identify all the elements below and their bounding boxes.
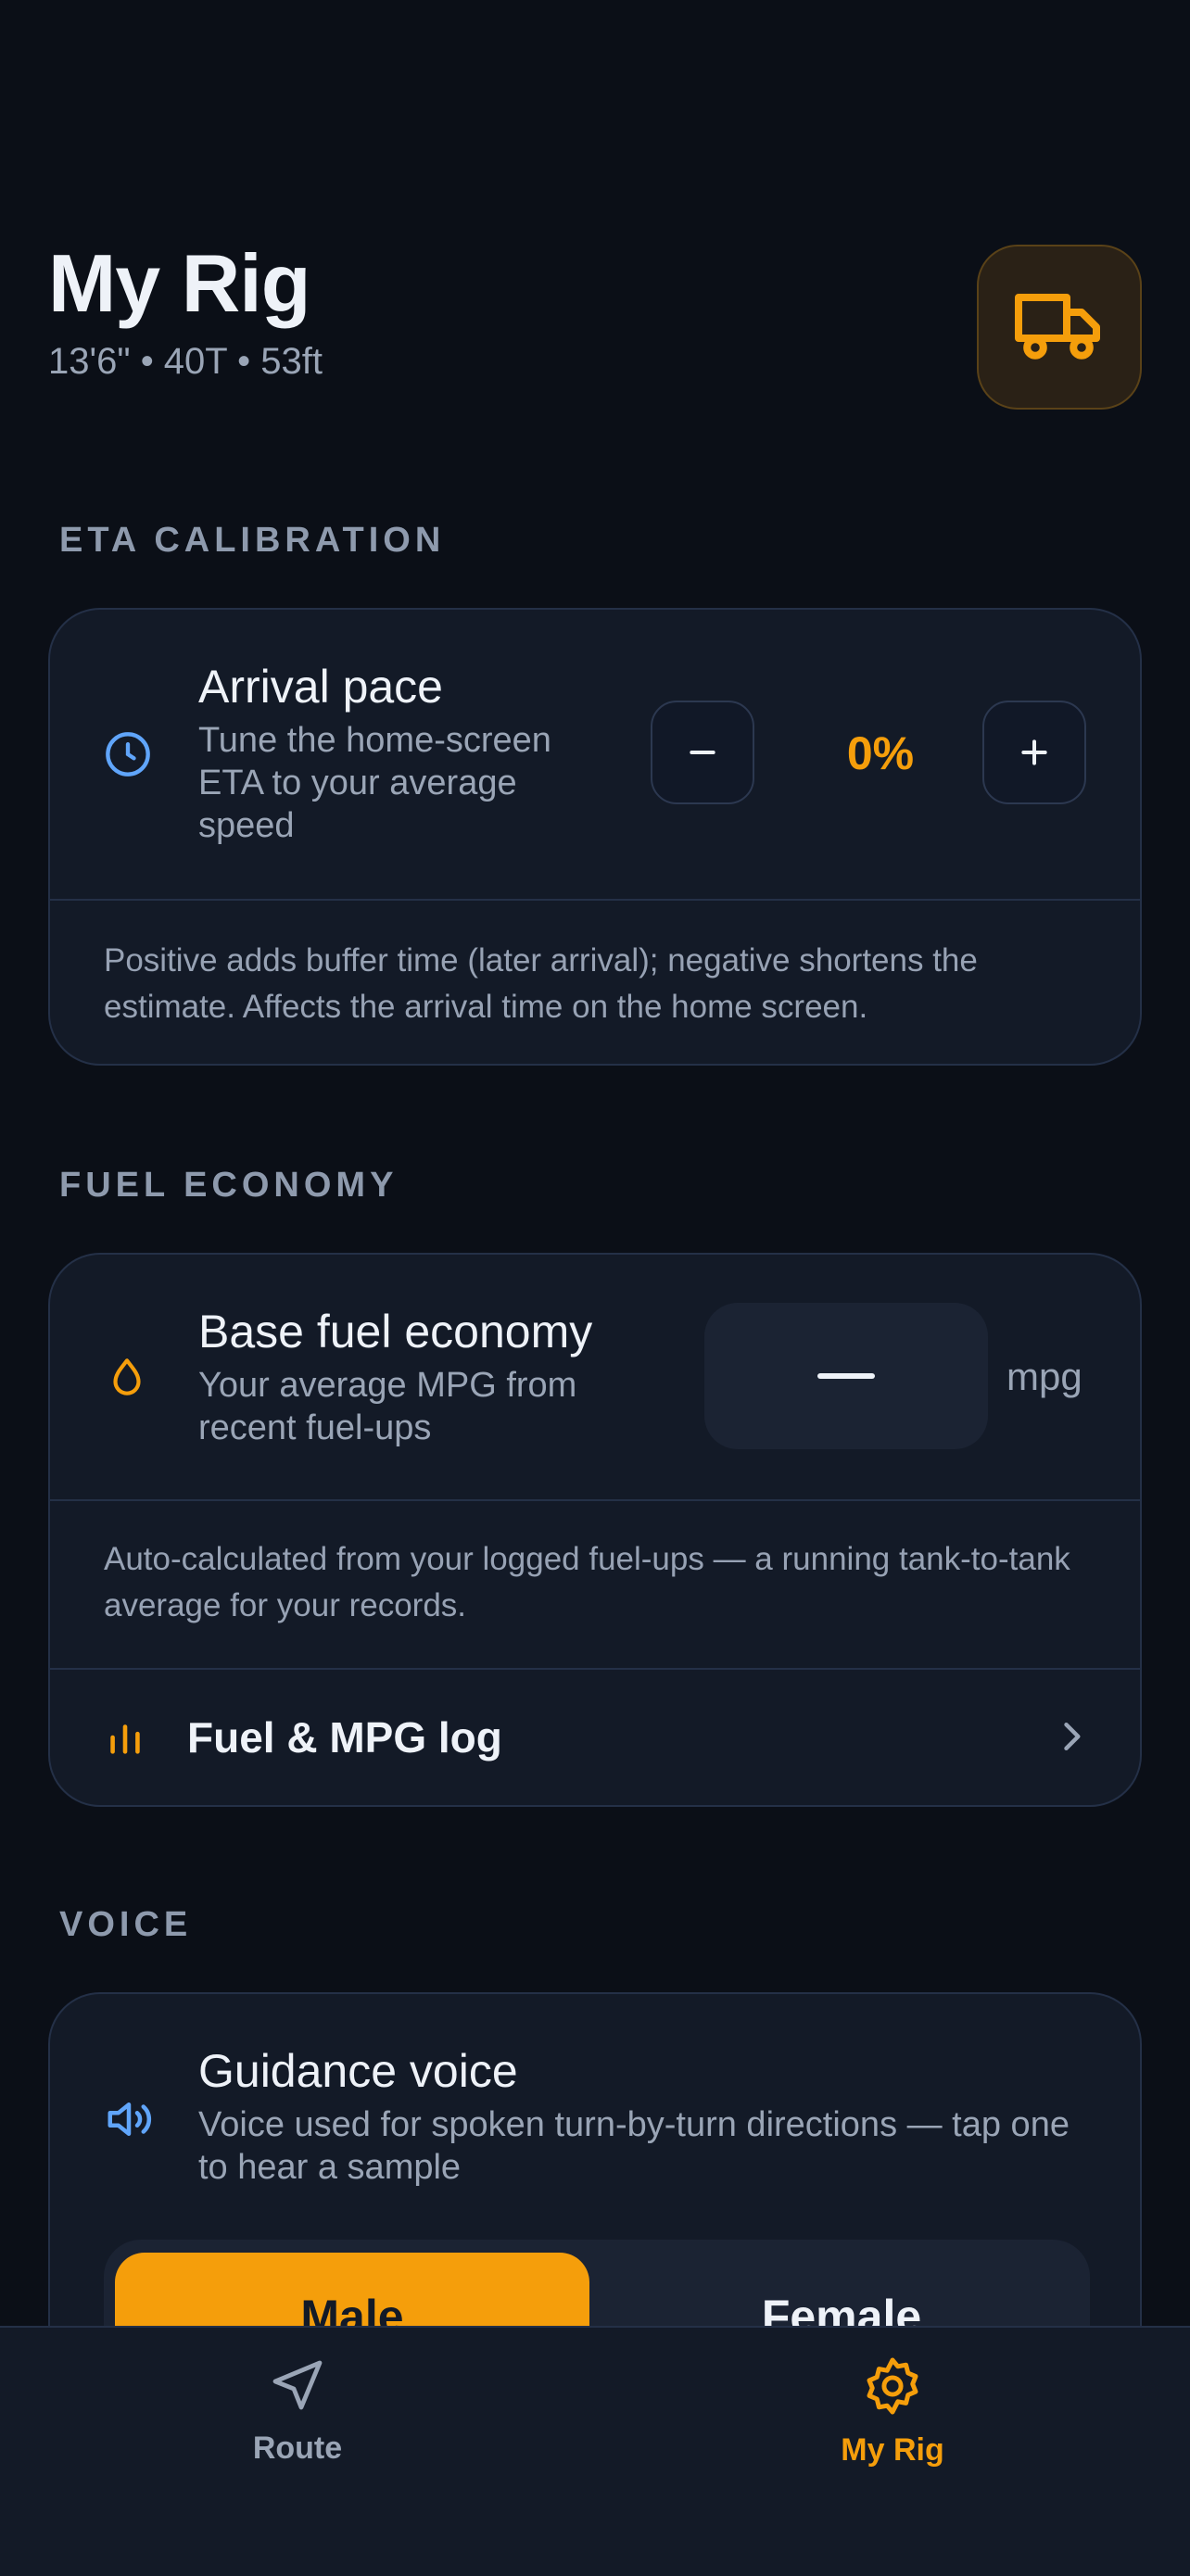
fuel-card: Base fuel economy Your average MPG from … [48,1253,1142,1807]
section-label-eta: ETA CALIBRATION [59,521,446,560]
rig-dimensions: 13'6" • 40T • 53ft [48,341,323,382]
arrival-pace-title: Arrival pace [198,661,443,713]
arrival-pace-description: Tune the home-screen ETA to your average… [198,721,551,845]
guidance-voice-description: Voice used for spoken turn-by-turn direc… [198,2105,1070,2187]
eta-card: Arrival pace Tune the home-screen ETA to… [48,608,1142,1066]
fuel-mpg-log-link[interactable]: Fuel & MPG log [50,1670,1140,1805]
page-header: My Rig 13'6" • 40T • 53ft [48,243,323,383]
mpg-unit: mpg [1006,1355,1082,1398]
eta-note: Positive adds buffer time (later arrival… [104,942,978,1025]
increase-pace-button[interactable] [982,701,1086,804]
bottom-tab-bar: Route My Rig [0,2326,1190,2576]
tab-route-label: Route [252,2431,343,2466]
minus-icon [690,751,715,754]
guidance-voice-title: Guidance voice [198,2045,518,2097]
tab-my-rig-label: My Rig [841,2432,944,2468]
fuel-economy-title: Base fuel economy [198,1306,593,1357]
pace-value: 0% [846,727,915,779]
navigation-arrow-icon [272,2360,323,2410]
droplet-icon [113,1358,141,1395]
fuel-economy-description: Your average MPG from recent fuel-ups [198,1366,577,1447]
clock-icon [106,732,150,777]
tab-my-rig[interactable]: My Rig [753,2355,1032,2469]
fuel-note: Auto-calculated from your logged fuel-up… [104,1541,1070,1623]
section-label-voice: VOICE [59,1905,193,1944]
plus-icon [1021,739,1047,765]
mpg-value [817,1373,875,1379]
tab-route[interactable]: Route [158,2355,437,2467]
divider [50,899,1140,901]
bar-chart-icon [110,1724,140,1754]
page-title: My Rig [48,237,310,329]
decrease-pace-button[interactable] [651,701,754,804]
speaker-icon [108,2102,152,2136]
truck-icon [1015,294,1100,360]
chevron-right-icon [1064,1722,1081,1751]
fuel-mpg-log-label: Fuel & MPG log [187,1713,502,1762]
gear-icon [867,2357,918,2415]
divider [50,1499,1140,1501]
mpg-value-field[interactable] [704,1303,988,1449]
rig-profile-button[interactable] [977,245,1142,410]
section-label-fuel: FUEL ECONOMY [59,1166,399,1205]
